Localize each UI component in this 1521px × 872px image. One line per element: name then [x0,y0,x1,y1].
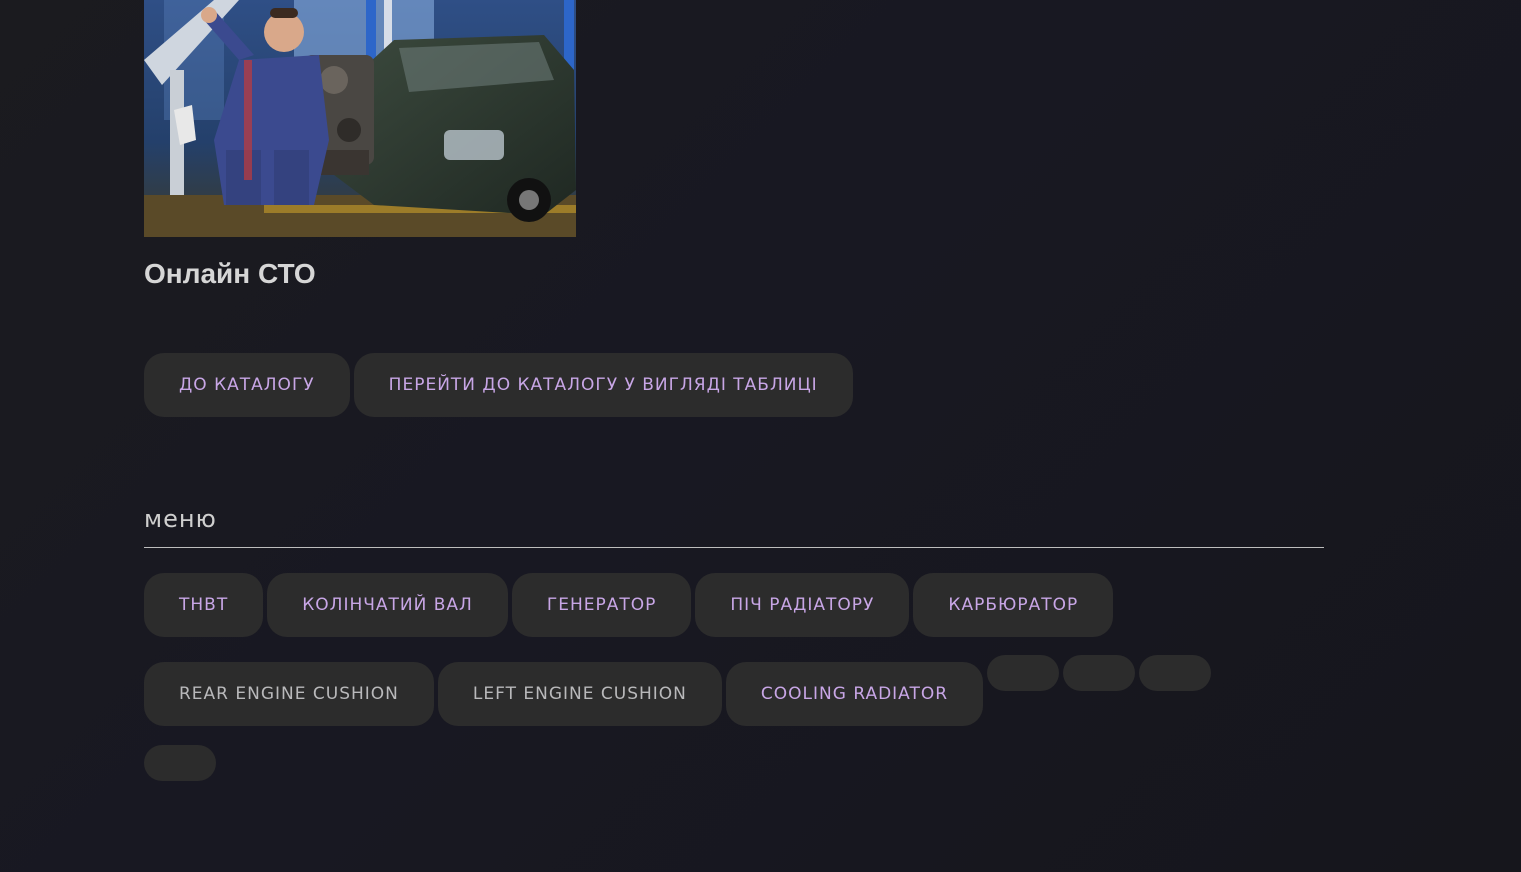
menu-row-3 [144,745,216,781]
menu-row-2: REAR ENGINE CUSHION LEFT ENGINE CUSHION … [144,655,1212,726]
menu-item-rear-engine-cushion[interactable]: REAR ENGINE CUSHION [144,662,434,726]
menu-item-heater-radiator[interactable]: ПІЧ РАДІАТОРУ [695,573,910,637]
catalog-button-row: ДО КАТАЛОГУ ПЕРЕЙТИ ДО КАТАЛОГУ У ВИГЛЯД… [144,353,853,417]
page-title: Онлайн СТО [144,258,316,289]
menu-item-crankshaft[interactable]: КОЛІНЧАТИЙ ВАЛ [267,573,508,637]
hero-photo-illustration [144,0,576,237]
menu-item-empty[interactable] [987,655,1060,691]
hero-image [144,0,576,237]
menu-item-tnvt[interactable]: ТНВТ [144,573,264,637]
catalog-table-view-button[interactable]: ПЕРЕЙТИ ДО КАТАЛОГУ У ВИГЛЯДІ ТАБЛИЦІ [353,353,853,417]
menu-item-generator[interactable]: ГЕНЕРАТОР [511,573,692,637]
menu-item-cooling-radiator[interactable]: COOLING RADIATOR [725,662,984,726]
menu-item-empty[interactable] [144,745,216,781]
menu-item-empty[interactable] [1139,655,1212,691]
menu-divider [144,547,1324,548]
menu-item-empty[interactable] [1063,655,1136,691]
menu-item-carburetor[interactable]: КАРБЮРАТОР [913,573,1114,637]
menu-row-1: ТНВТ КОЛІНЧАТИЙ ВАЛ ГЕНЕРАТОР ПІЧ РАДІАТ… [144,573,1114,637]
menu-item-left-engine-cushion[interactable]: LEFT ENGINE CUSHION [437,662,722,726]
to-catalog-button[interactable]: ДО КАТАЛОГУ [144,353,350,417]
menu-heading: меню [144,505,217,533]
